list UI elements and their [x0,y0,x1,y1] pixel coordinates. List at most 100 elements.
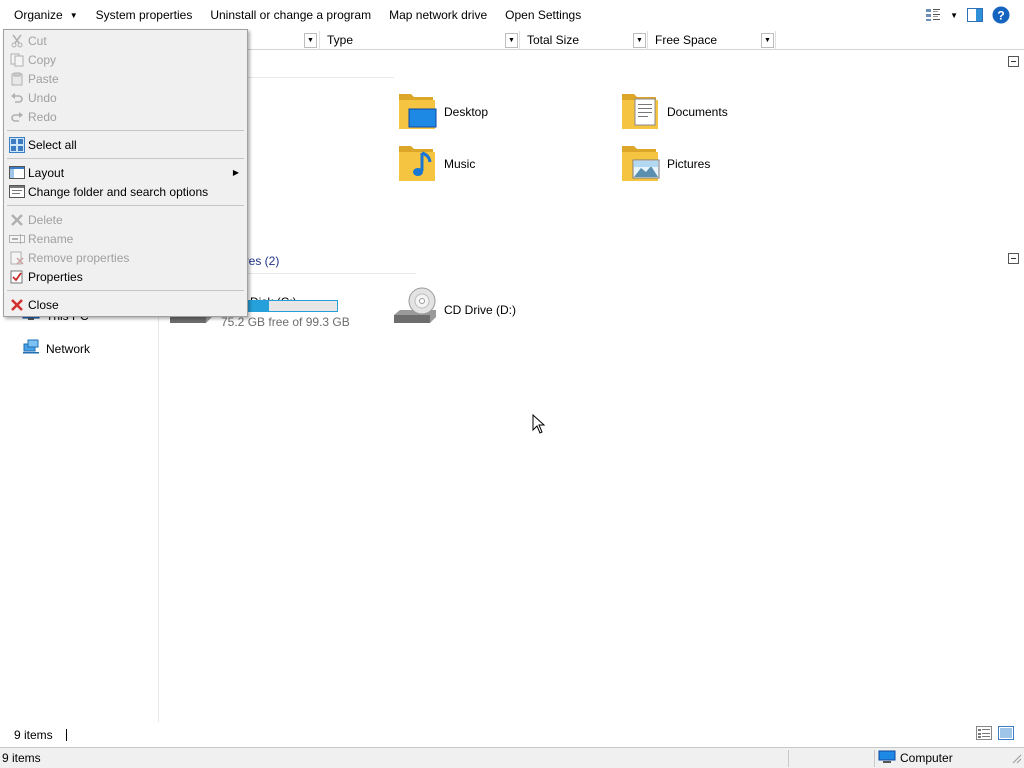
status-bar: 9 items [0,722,1024,747]
menu-separator [7,130,244,131]
drive-d-label: CD Drive (D:) [444,302,516,317]
column-headers: ▼ Type ▼ Total Size ▼ Free Space ▼ [248,31,1024,50]
cd-drive-icon [392,287,438,332]
item-count: 9 items [14,727,53,742]
folder-label: Music [444,156,476,171]
menu-item-select-all[interactable]: Select all [6,135,245,154]
folder-label: Documents [667,104,728,119]
computer-icon [878,750,896,767]
menu-item-cut[interactable]: Cut [6,31,245,50]
change-view-icon[interactable] [925,8,941,22]
submenu-arrow-icon: ▶ [232,168,239,177]
svg-text:?: ? [997,9,1004,23]
menu-item-label: Redo [28,109,57,124]
column-header-total-size[interactable]: Total Size [519,31,633,50]
close-icon [6,298,28,312]
column-type-filter-icon[interactable]: ▼ [505,33,518,48]
drive-c-free-space: 75.2 GB free of 99.3 GB [221,315,350,329]
menu-item-label: Select all [28,137,77,152]
uninstall-program-button[interactable]: Uninstall or change a program [201,0,380,30]
drive-c-usage-fill [247,301,269,311]
menu-item-delete[interactable]: Delete [6,210,245,229]
folder-music[interactable]: Music [398,141,475,186]
documents-folder-icon [621,89,661,134]
menu-item-label: Properties [28,269,83,284]
redo-icon [6,110,28,124]
folder-desktop[interactable]: Desktop [398,89,488,134]
large-icons-view-icon[interactable] [998,726,1014,743]
paste-icon [6,72,28,86]
resize-grip-icon[interactable] [1010,748,1022,768]
view-toggle [976,726,1014,743]
menu-item-layout[interactable]: Layout ▶ [6,163,245,182]
column-header-type[interactable]: Type [319,31,519,50]
menu-separator [7,205,244,206]
map-network-drive-button[interactable]: Map network drive [380,0,496,30]
copy-icon [6,53,28,67]
drive-c-usage-bar [246,300,338,312]
details-view-icon[interactable] [976,726,992,743]
status-divider [874,750,875,767]
select-all-icon [6,136,28,153]
menu-item-label: Paste [28,71,59,86]
command-bar: Organize ▼ System properties Uninstall o… [0,0,1024,30]
desktop-folder-icon [398,89,438,134]
column-name-filter-icon[interactable]: ▼ [304,33,317,48]
system-properties-button[interactable]: System properties [87,0,202,30]
menu-item-properties[interactable]: Properties [6,267,245,286]
menu-item-redo[interactable]: Redo [6,107,245,126]
network-icon [22,339,40,358]
mouse-pointer-icon [532,413,546,437]
menu-item-folder-options[interactable]: Change folder and search options [6,182,245,201]
menu-item-undo[interactable]: Undo [6,88,245,107]
help-icon[interactable]: ? [992,6,1010,24]
menu-item-label: Undo [28,90,57,105]
rename-icon [6,233,28,245]
folder-label: Desktop [444,104,489,119]
menu-item-close[interactable]: Close [6,295,245,314]
status-item-count: 9 items [2,751,41,765]
pictures-folder-icon [621,141,661,186]
drive-d[interactable]: CD Drive (D:) [392,287,516,332]
group-divider [248,273,416,274]
menu-item-copy[interactable]: Copy [6,50,245,69]
delete-x-icon [6,213,28,227]
folder-documents[interactable]: Documents [621,89,728,134]
view-controls: ▼ ? [925,0,1010,30]
column-divider [775,31,776,50]
menu-item-label: Change folder and search options [28,184,209,199]
column-total-size-filter-icon[interactable]: ▼ [633,33,646,48]
scissors-icon [6,34,28,48]
layout-icon [6,165,28,180]
menu-item-label: Cut [28,33,47,48]
music-folder-icon [398,141,438,186]
undo-icon [6,91,28,105]
folder-options-icon [6,184,28,199]
preview-pane-icon[interactable] [967,8,983,22]
nav-item-network[interactable]: Network [22,339,90,358]
menu-item-label: Copy [28,52,57,67]
menu-item-label: Remove properties [28,250,130,265]
view-options-chevron-icon[interactable]: ▼ [950,11,958,20]
status-divider [788,750,789,767]
column-header-free-space[interactable]: Free Space [647,31,775,50]
menu-item-label: Rename [28,231,74,246]
menu-item-remove-properties[interactable]: Remove properties [6,248,245,267]
column-free-space-filter-icon[interactable]: ▼ [761,33,774,48]
menu-item-label: Delete [28,212,63,227]
properties-icon [6,270,28,284]
organize-button[interactable]: Organize ▼ [0,0,87,30]
open-settings-button[interactable]: Open Settings [496,0,590,30]
remove-properties-icon [6,251,28,265]
organize-label: Organize [14,8,63,22]
menu-item-label: Close [28,297,59,312]
details-status-bar: 9 items Computer [0,747,1024,768]
folder-pictures[interactable]: Pictures [621,141,710,186]
collapse-folders-button[interactable] [1008,56,1019,67]
menu-separator [7,158,244,159]
menu-item-rename[interactable]: Rename [6,229,245,248]
collapse-devices-button[interactable] [1008,253,1019,264]
menu-item-label: Layout [28,165,65,180]
menu-item-paste[interactable]: Paste [6,69,245,88]
group-divider [248,77,394,78]
